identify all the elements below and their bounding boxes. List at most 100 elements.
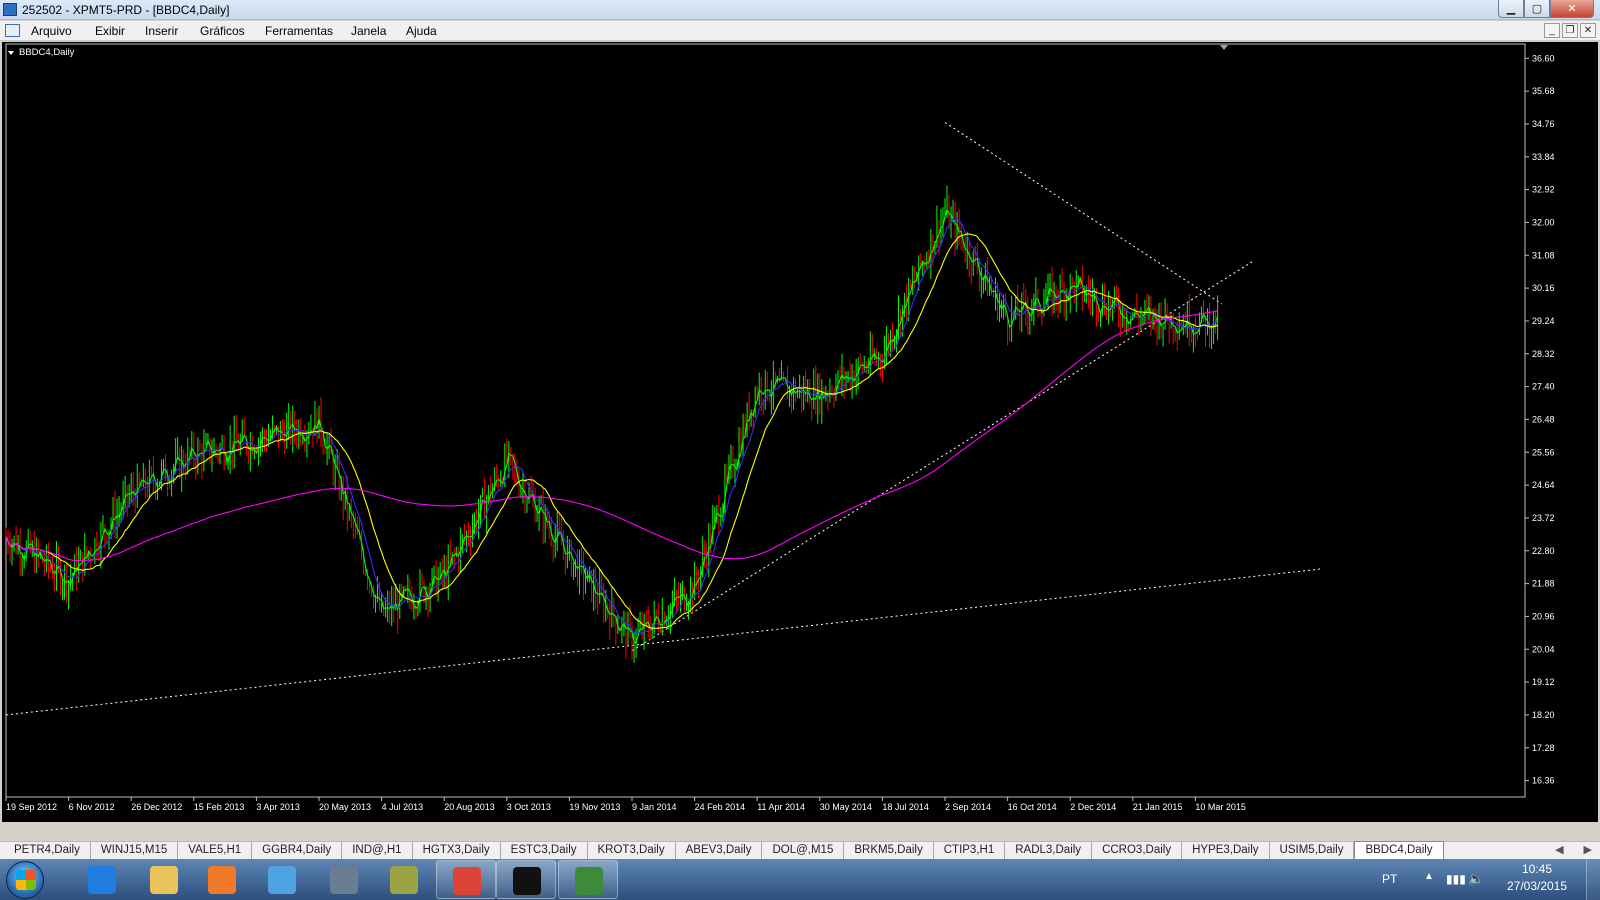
xp-investimentos-icon [513, 867, 541, 895]
x-tick-label: 20 Aug 2013 [444, 802, 495, 812]
chart-tab[interactable]: RADL3,Daily [1005, 842, 1093, 860]
windows-explorer-icon [150, 866, 178, 894]
y-tick-label: 34.76 [1532, 119, 1555, 129]
maximize-button[interactable]: ▢ [1524, 0, 1550, 18]
chart-tab[interactable]: DOL@,M15 [762, 842, 845, 860]
chart-tab[interactable]: HGTX3,Daily [413, 842, 501, 860]
menu-arquivo[interactable]: Arquivo [31, 24, 72, 38]
x-tick-label: 9 Jan 2014 [632, 802, 677, 812]
y-tick-label: 24.64 [1532, 480, 1555, 490]
menu-graficos[interactable]: Gráficos [200, 24, 245, 38]
chart-tab[interactable]: ESTC3,Daily [501, 842, 588, 860]
chart-restore-button[interactable]: ❐ [1562, 23, 1578, 38]
menu-ajuda[interactable]: Ajuda [406, 24, 437, 38]
y-tick-label: 17.28 [1532, 743, 1555, 753]
menu-ferramentas[interactable]: Ferramentas [265, 24, 333, 38]
title-bar[interactable]: 252502 - XPMT5-PRD - [BBDC4,Daily] ▁ ▢ ✕ [0, 0, 1600, 20]
tab-scroll-buttons: ◀ ▶ [1555, 843, 1592, 856]
hp-icon [330, 866, 358, 894]
y-tick-label: 16.36 [1532, 776, 1555, 786]
x-tick-label: 11 Apr 2014 [757, 802, 805, 812]
chart-tab[interactable]: HYPE3,Daily [1182, 842, 1270, 860]
chart-tab[interactable]: VALE5,H1 [178, 842, 253, 860]
x-tick-label: 2 Sep 2014 [945, 802, 991, 812]
chart-window-controls: _ ❐ ✕ [1544, 23, 1596, 38]
clock-date[interactable]: 27/03/2015 [1500, 879, 1574, 893]
chart-tab[interactable]: WINJ15,M15 [91, 842, 179, 860]
y-tick-label: 32.00 [1532, 217, 1555, 227]
y-tick-label: 29.24 [1532, 316, 1555, 326]
tab-scroll-left-icon[interactable]: ◀ [1555, 843, 1563, 856]
x-tick-label: 26 Dec 2012 [131, 802, 182, 812]
x-tick-label: 10 Mar 2015 [1195, 802, 1246, 812]
chart-tab[interactable]: ABEV3,Daily [676, 842, 763, 860]
taskbar-button[interactable] [436, 860, 496, 899]
x-tick-label: 24 Feb 2014 [695, 802, 746, 812]
chart-tab[interactable]: KROT3,Daily [588, 842, 676, 860]
taskbar-button[interactable] [374, 860, 434, 899]
chart-tab[interactable]: PETR4,Daily [4, 842, 91, 860]
taskbar-button[interactable] [496, 860, 556, 899]
remote-desktop-icon [268, 866, 296, 894]
menu-janela[interactable]: Janela [351, 24, 386, 38]
x-tick-label: 16 Oct 2014 [1008, 802, 1057, 812]
x-tick-label: 19 Nov 2013 [569, 802, 620, 812]
chart-tab[interactable]: GGBR4,Daily [252, 842, 343, 860]
taskbar-button[interactable] [192, 860, 252, 899]
x-tick-label: 19 Sep 2012 [6, 802, 57, 812]
chart-tab[interactable]: IND@,H1 [342, 842, 413, 860]
y-tick-label: 33.84 [1532, 152, 1555, 162]
y-tick-label: 25.56 [1532, 447, 1555, 457]
chart-tab[interactable]: BBDC4,Daily [1354, 841, 1444, 860]
chart-tab[interactable]: USIM5,Daily [1270, 842, 1355, 860]
y-tick-label: 20.04 [1532, 644, 1555, 654]
taskbar-button[interactable] [252, 860, 312, 899]
chart-tab[interactable]: CCRO3,Daily [1092, 842, 1183, 860]
taskbar-button[interactable] [134, 860, 194, 899]
x-tick-label: 6 Nov 2012 [69, 802, 115, 812]
close-button[interactable]: ✕ [1550, 0, 1594, 18]
chart-window[interactable]: 36.60 35.68 34.76 33.84 32.92 32.00 31.08 30.16… [2, 42, 1598, 822]
y-tick-label: 21.88 [1532, 579, 1555, 589]
taskbar-button[interactable] [72, 860, 132, 899]
x-tick-label: 21 Jan 2015 [1133, 802, 1183, 812]
taskbar-button[interactable] [314, 860, 374, 899]
x-tick-label: 3 Oct 2013 [507, 802, 551, 812]
y-tick-label: 30.16 [1532, 283, 1555, 293]
menu-inserir[interactable]: Inserir [145, 24, 178, 38]
chart-minimize-button[interactable]: _ [1544, 23, 1560, 38]
tab-list: PETR4,Daily WINJ15,M15 VALE5,H1 GGBR4,Daily… [4, 841, 1444, 860]
x-tick-label: 30 May 2014 [820, 802, 872, 812]
y-tick-label: 20.96 [1532, 611, 1555, 621]
x-tick-label: 20 May 2013 [319, 802, 371, 812]
tab-scroll-right-icon[interactable]: ▶ [1584, 843, 1592, 856]
show-hidden-icons-icon[interactable]: ▲ [1424, 871, 1434, 882]
y-tick-label: 32.92 [1532, 185, 1555, 195]
chrome-icon [453, 867, 481, 895]
chart-document-icon[interactable] [5, 24, 20, 37]
y-tick-label: 36.60 [1532, 53, 1555, 63]
y-tick-label: 22.80 [1532, 546, 1555, 556]
chart-tab[interactable]: CTIP3,H1 [934, 842, 1006, 860]
start-button[interactable] [6, 861, 44, 899]
y-tick-label: 27.40 [1532, 382, 1555, 392]
network-icon[interactable]: ▮▮▮ [1446, 872, 1466, 886]
clock-time[interactable]: 10:45 [1500, 862, 1574, 876]
chart-tab[interactable]: BRKM5,Daily [844, 842, 934, 860]
volume-icon[interactable]: 🔈 [1468, 871, 1484, 887]
minimize-button[interactable]: ▁ [1498, 0, 1524, 18]
y-tick-label: 28.32 [1532, 349, 1555, 359]
x-tick-label: 2 Dec 2014 [1070, 802, 1116, 812]
y-tick-label: 26.48 [1532, 414, 1555, 424]
taskbar-button[interactable] [558, 860, 618, 899]
menu-exibir[interactable]: Exibir [95, 24, 125, 38]
y-tick-label: 23.72 [1532, 513, 1555, 523]
windows-taskbar: PT ▲ ▮▮▮ 🔈 10:45 27/03/2015 [0, 859, 1600, 900]
chart-close-button[interactable]: ✕ [1580, 23, 1596, 38]
y-tick-label: 35.68 [1532, 86, 1555, 96]
x-tick-label: 3 Apr 2013 [256, 802, 300, 812]
language-indicator[interactable]: PT [1382, 872, 1397, 886]
x-tick-label: 4 Jul 2013 [382, 802, 424, 812]
candlestick-chart[interactable]: 36.60 35.68 34.76 33.84 32.92 32.00 31.08 30.16… [2, 42, 1598, 822]
show-desktop-button[interactable] [1586, 859, 1600, 900]
